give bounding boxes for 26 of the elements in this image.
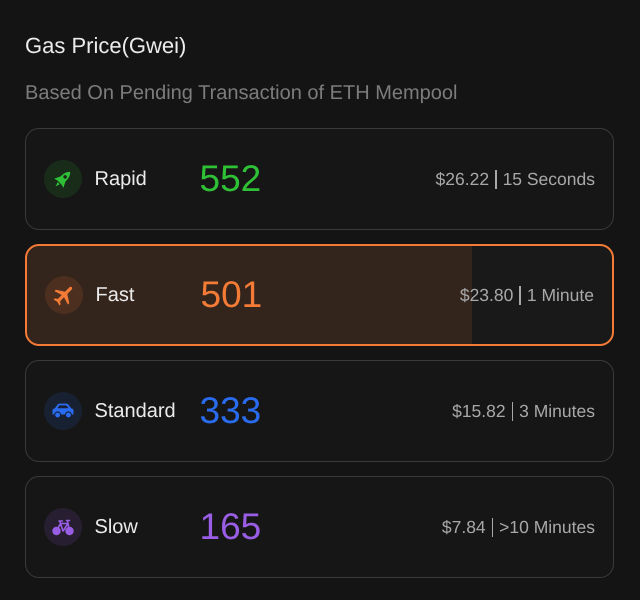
speed-label: Rapid <box>94 168 148 190</box>
bicycle-icon <box>44 508 82 546</box>
car-icon <box>44 392 82 430</box>
wait-time: 1 Minute <box>526 284 594 306</box>
gas-option-card[interactable]: Standard 333 $15.82 3 Minutes <box>25 360 614 462</box>
fee-amount: $15.82 <box>452 400 506 422</box>
gas-option-card[interactable]: Fast 501 $23.80 1 Minute <box>25 244 614 346</box>
gas-price-value: 333 <box>200 390 262 432</box>
wait-time: 15 Seconds <box>502 168 595 190</box>
gas-price-value: 501 <box>200 274 262 316</box>
gas-option-card[interactable]: Rapid 552 $26.22 15 Seconds <box>25 128 614 230</box>
speed-label: Fast <box>96 284 136 306</box>
fee-amount: $23.80 <box>460 284 514 306</box>
airplane-icon <box>44 276 82 314</box>
gas-option-card[interactable]: Slow 165 $7.84 >10 Minutes <box>25 476 614 578</box>
page-subtitle: Based On Pending Transaction of ETH Mempool <box>25 81 458 106</box>
speed-label: Standard <box>94 400 177 422</box>
rocket-icon <box>44 160 82 198</box>
wait-time: >10 Minutes <box>499 516 595 538</box>
wait-time: 3 Minutes <box>519 400 595 422</box>
page-title: Gas Price(Gwei) <box>25 32 188 60</box>
fee-amount: $7.84 <box>442 516 486 538</box>
fee-amount: $26.22 <box>436 168 490 190</box>
speed-label: Slow <box>94 516 139 538</box>
gas-price-value: 165 <box>200 506 262 548</box>
gas-price-value: 552 <box>200 158 262 200</box>
